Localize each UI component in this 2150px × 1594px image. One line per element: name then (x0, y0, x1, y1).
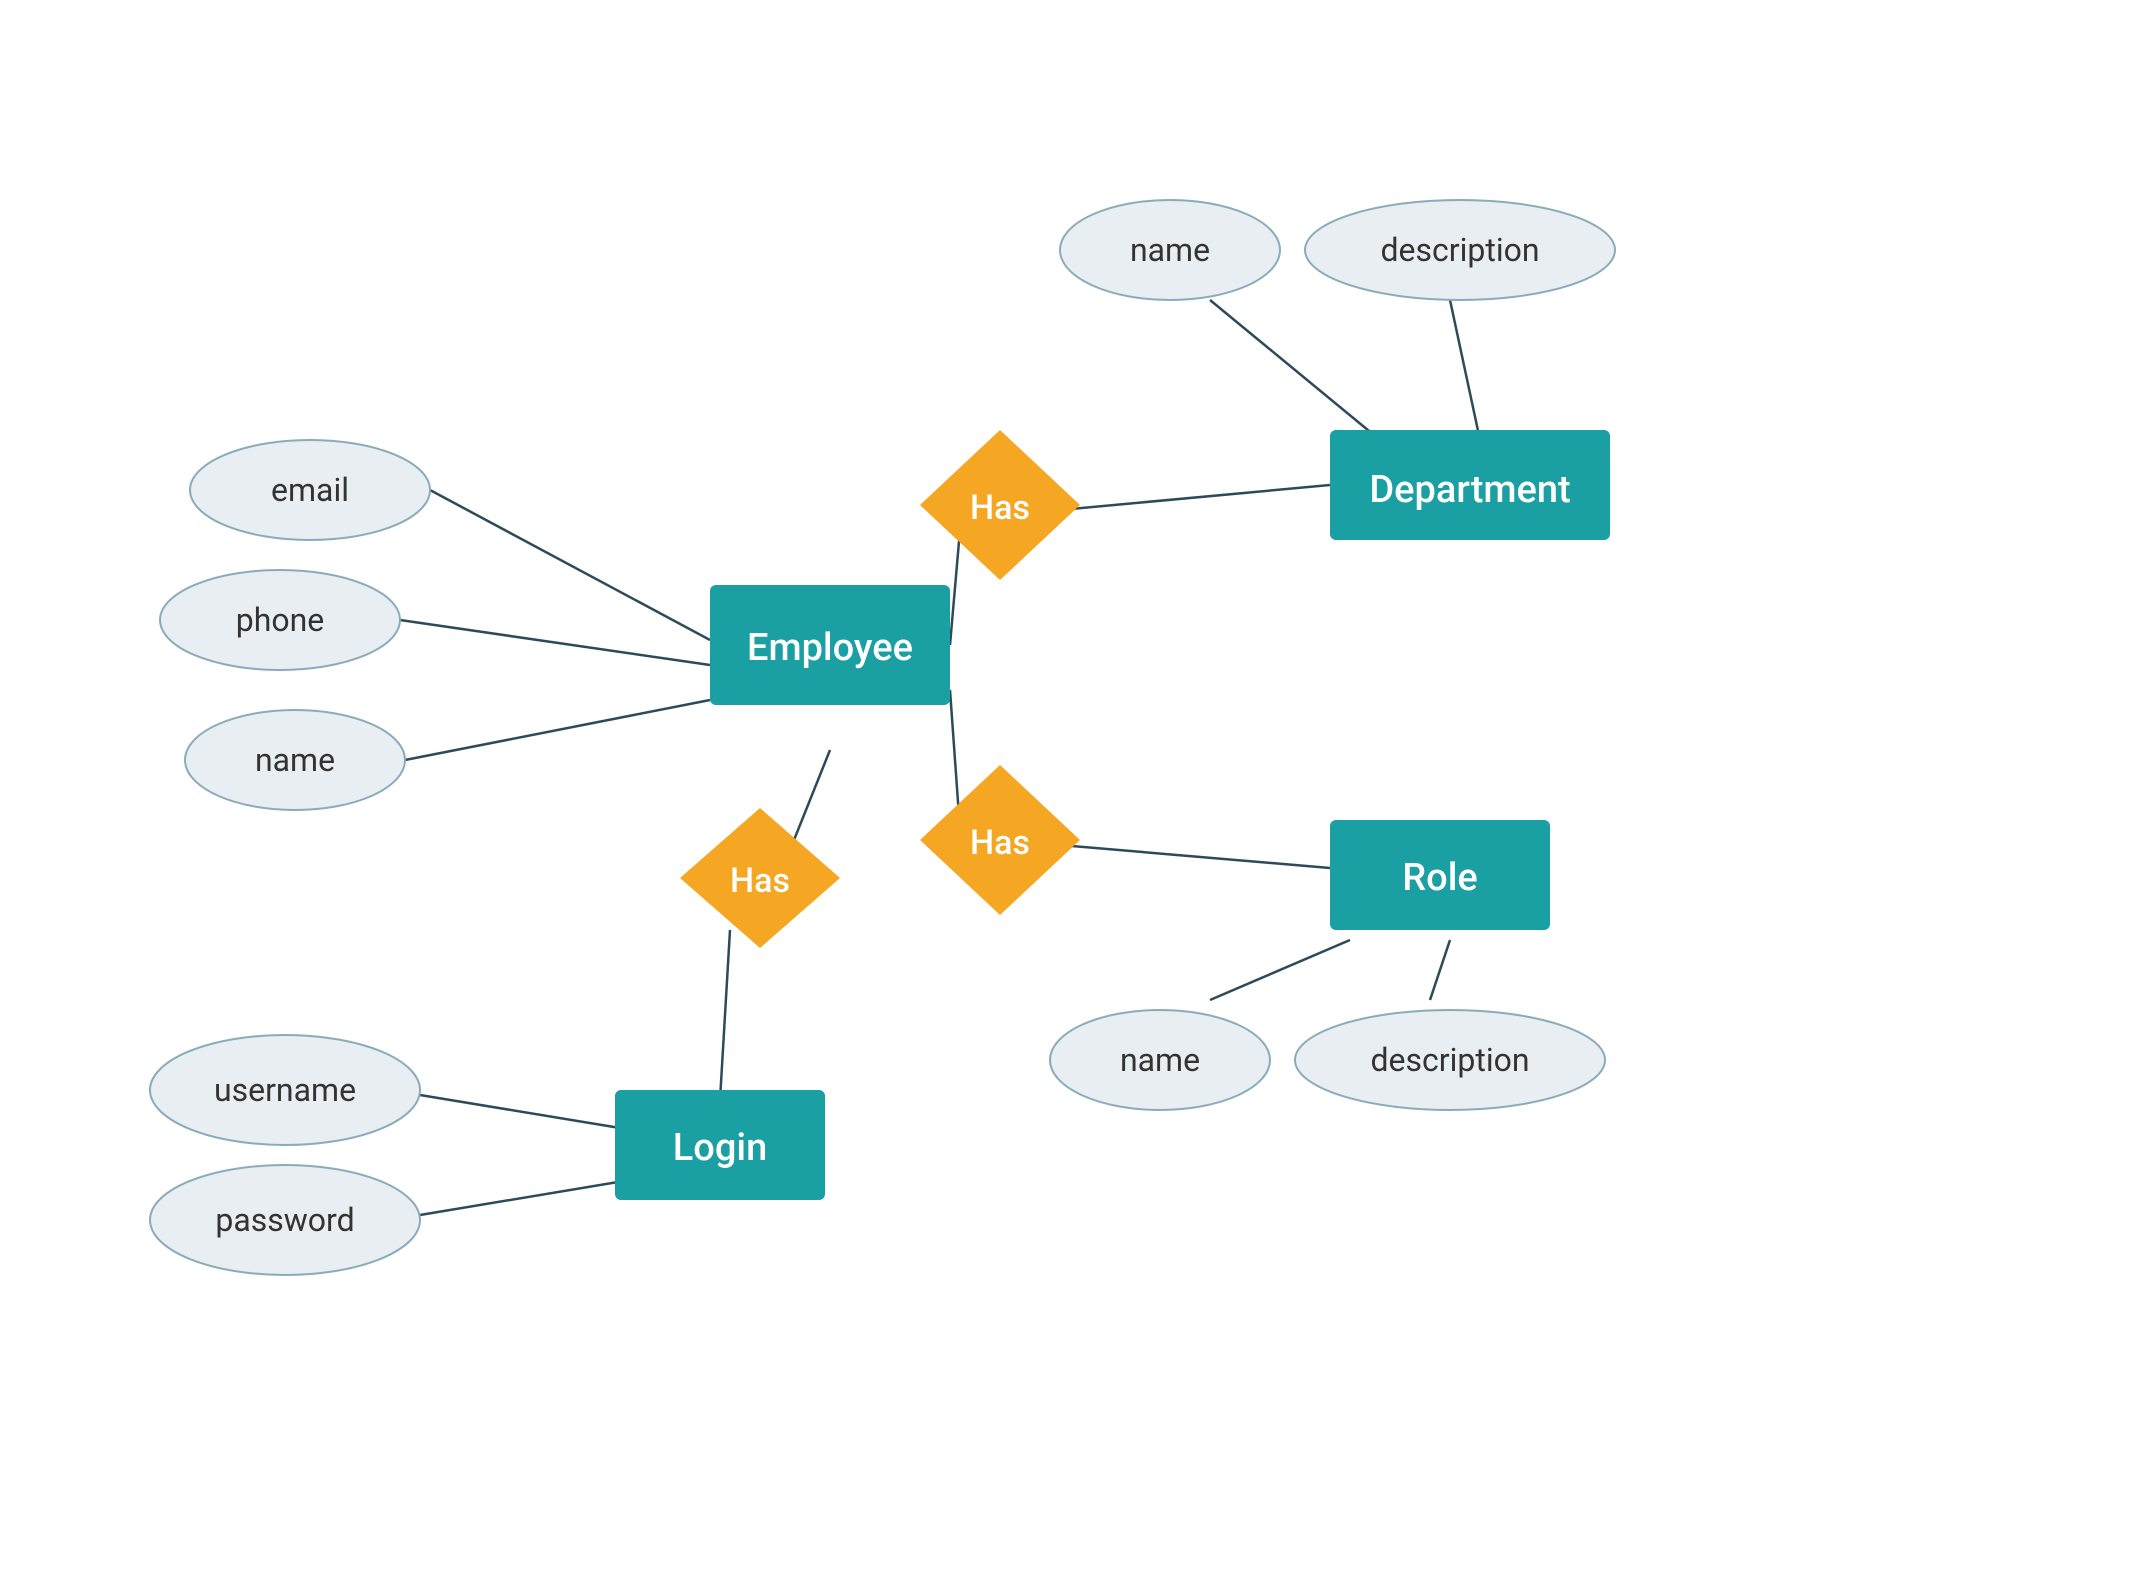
attr-email-label: email (271, 471, 349, 509)
entity-role-label: Role (1402, 856, 1478, 900)
connector-rolename-role (1210, 940, 1350, 1000)
entity-login-label: Login (673, 1126, 767, 1170)
attr-password-label: password (215, 1201, 354, 1239)
connector-username-login (420, 1095, 620, 1128)
attr-username-label: username (214, 1071, 356, 1109)
connector-roledesc-role (1430, 940, 1450, 1000)
connector-password-login (420, 1180, 630, 1215)
relationship-has-role-label: Has (970, 823, 1030, 863)
attr-dept-name-label: name (1130, 231, 1210, 269)
connector-haslogin-login (720, 930, 730, 1100)
attr-role-description-label: description (1370, 1041, 1529, 1079)
relationship-has-login-label: Has (730, 861, 790, 901)
connector-name-employee (405, 700, 710, 760)
connector-deptname-department (1210, 300, 1380, 440)
connector-hasrole-role (1060, 845, 1330, 868)
connector-phone-employee (400, 620, 710, 665)
connector-deptdesc-department (1450, 300, 1480, 440)
connector-employee-hasdept (950, 530, 960, 645)
entity-employee-label: Employee (747, 626, 913, 670)
attr-phone-label: phone (236, 601, 324, 639)
attr-dept-description-label: description (1380, 231, 1539, 269)
er-diagram: email phone name name description name d… (0, 0, 2150, 1594)
relationship-has-dept-label: Has (970, 488, 1030, 528)
connector-hasdept-department (1060, 485, 1330, 510)
attr-name-employee-label: name (255, 741, 335, 779)
entity-department-label: Department (1369, 468, 1570, 512)
attr-role-name-label: name (1120, 1041, 1200, 1079)
connector-email-employee (430, 490, 710, 640)
